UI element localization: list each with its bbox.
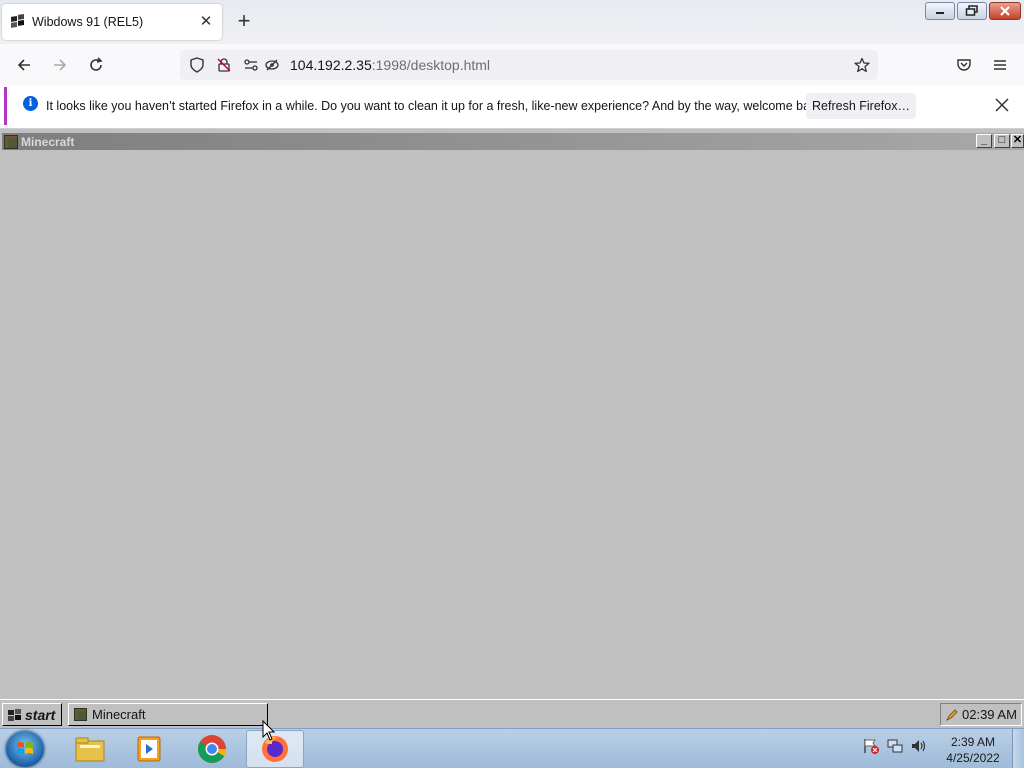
windows7-taskbar: 2:39 AM 4/25/2022	[0, 728, 1024, 768]
pencil-icon[interactable]	[946, 708, 958, 721]
refresh-firefox-button[interactable]: Refresh Firefox…	[806, 93, 916, 119]
hamburger-menu-icon[interactable]	[988, 53, 1012, 77]
windows-start-orb-icon[interactable]	[6, 731, 44, 767]
browser-tab[interactable]: Wibdows 91 (REL5) ✕	[2, 4, 222, 40]
show-desktop-button[interactable]	[1012, 729, 1024, 768]
info-icon: i	[23, 96, 38, 111]
window-minimize-button[interactable]: _	[976, 134, 992, 148]
network-icon[interactable]	[886, 737, 904, 755]
action-center-flag-icon[interactable]	[862, 737, 880, 755]
clock-date: 4/25/2022	[946, 751, 1000, 765]
windows7-clock[interactable]: 2:39 AM 4/25/2022	[940, 734, 1006, 766]
minimize-icon[interactable]	[925, 2, 955, 20]
clock-time: 2:39 AM	[950, 735, 996, 749]
tab-close-icon[interactable]: ✕	[198, 14, 214, 30]
minecraft-window-title: Minecraft	[21, 134, 75, 149]
notification-message: It looks like you haven’t started Firefo…	[46, 99, 827, 113]
shield-icon[interactable]	[189, 57, 205, 73]
window-caption-buttons	[925, 2, 1021, 20]
wibdows-logo-icon	[8, 708, 21, 721]
restore-icon[interactable]	[957, 2, 987, 20]
navigation-toolbar: 104.192.2.35:1998/desktop.html	[0, 44, 1024, 86]
url-host: 104.192.2.35	[290, 57, 372, 73]
permissions-icon[interactable]	[243, 57, 259, 73]
window-maximize-button[interactable]: □	[994, 134, 1010, 148]
taskbar-item-label: Minecraft	[92, 707, 146, 722]
file-explorer-icon[interactable]	[62, 730, 118, 768]
mouse-cursor-icon	[262, 720, 276, 741]
star-icon[interactable]	[854, 57, 870, 73]
wibdows-start-button[interactable]: start	[2, 703, 62, 726]
wibdows-clock: 02:39 AM	[962, 707, 1017, 722]
back-arrow-icon[interactable]	[12, 53, 36, 77]
minecraft-window-titlebar[interactable]: Minecraft _ □ ✕	[2, 133, 1024, 150]
wibdows-desktop: Minecraft _ □ ✕ start Minecraft 02:39 AM	[0, 129, 1024, 728]
grass-block-icon	[4, 134, 18, 149]
window-close-button[interactable]: ✕	[1011, 134, 1024, 148]
volume-icon[interactable]	[910, 737, 928, 755]
taskbar-item-minecraft[interactable]: Minecraft	[68, 703, 268, 726]
minecraft-window: Minecraft _ □ ✕	[0, 131, 1024, 697]
browser-tab-strip: Wibdows 91 (REL5) ✕ +	[0, 0, 1024, 44]
start-label: start	[25, 706, 56, 723]
close-icon[interactable]	[989, 2, 1021, 20]
reload-icon[interactable]	[84, 53, 108, 77]
refresh-notification-bar: i It looks like you haven’t started Fire…	[4, 87, 1020, 125]
tracking-blocked-icon[interactable]	[264, 57, 280, 73]
wibdows-favicon-icon	[10, 14, 26, 30]
notification-close-icon[interactable]	[993, 96, 1011, 114]
wibdows-system-tray: 02:39 AM	[940, 703, 1022, 726]
tab-title: Wibdows 91 (REL5)	[32, 15, 144, 29]
grass-block-icon	[74, 708, 87, 721]
pocket-icon[interactable]	[952, 53, 976, 77]
wibdows-taskbar: start Minecraft 02:39 AM	[0, 699, 1024, 728]
windows7-system-tray	[862, 737, 928, 755]
forward-arrow-icon[interactable]	[48, 53, 72, 77]
url-bar[interactable]: 104.192.2.35:1998/desktop.html	[180, 50, 878, 80]
insecure-lock-icon[interactable]	[216, 57, 232, 73]
url-text[interactable]: 104.192.2.35:1998/desktop.html	[290, 57, 490, 73]
chrome-icon[interactable]	[184, 730, 240, 768]
url-path: :1998/desktop.html	[371, 57, 491, 73]
new-tab-button[interactable]: +	[234, 10, 254, 32]
media-player-icon[interactable]	[121, 730, 177, 768]
